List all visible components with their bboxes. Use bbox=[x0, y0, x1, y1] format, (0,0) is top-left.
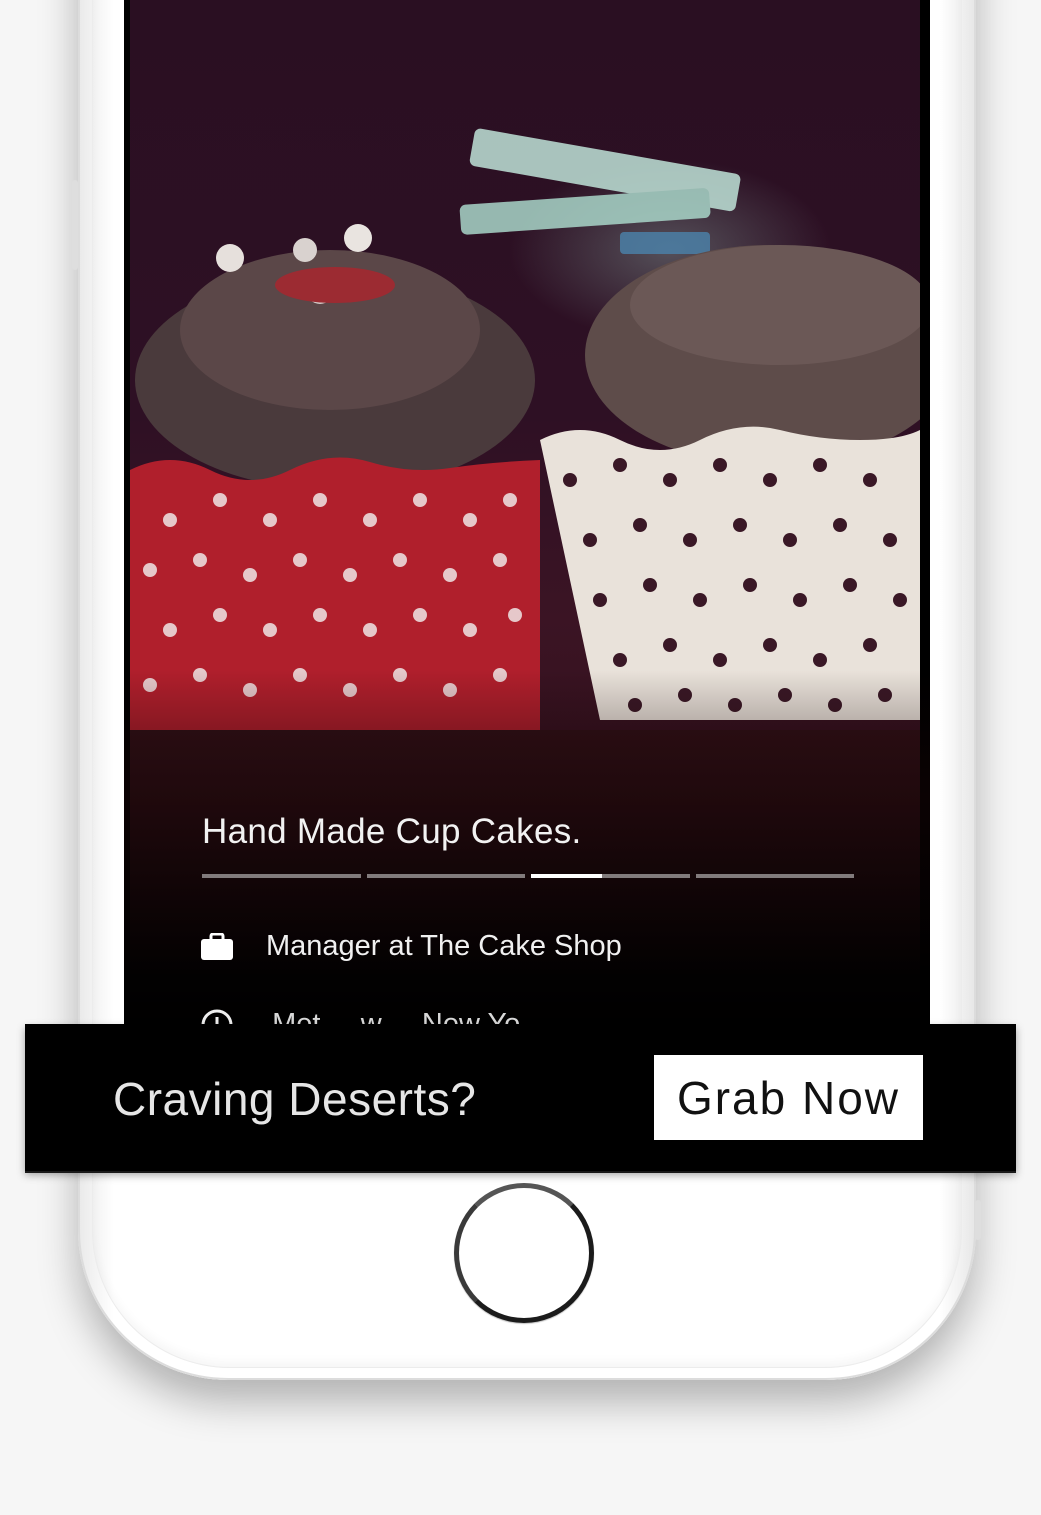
clothespin-shape bbox=[459, 128, 741, 254]
progress-segment-3-fill bbox=[531, 874, 603, 878]
progress-segment-1 bbox=[202, 874, 361, 878]
promo-banner-text: Craving Deserts? bbox=[113, 1073, 477, 1125]
progress-segment-2 bbox=[366, 874, 525, 878]
job-info-row: Manager at The Cake Shop bbox=[200, 930, 622, 963]
side-button bbox=[975, 1200, 981, 1240]
app-ad-stage: Hand Made Cup Cakes. Manager at The Cake… bbox=[0, 0, 1041, 1515]
story-title: Hand Made Cup Cakes. bbox=[202, 812, 582, 851]
promo-banner: Craving Deserts? Grab Now bbox=[25, 1024, 1016, 1171]
job-info-text: Manager at The Cake Shop bbox=[266, 930, 622, 962]
grab-now-button[interactable]: Grab Now bbox=[654, 1055, 923, 1140]
phone-screen: Hand Made Cup Cakes. Manager at The Cake… bbox=[124, 0, 930, 1030]
progress-segment-4 bbox=[695, 874, 854, 878]
briefcase-icon bbox=[200, 932, 234, 961]
progress-segment-3 bbox=[531, 874, 690, 878]
story-progress-bar bbox=[202, 874, 854, 878]
home-button[interactable] bbox=[454, 1183, 594, 1323]
volume-button bbox=[72, 180, 78, 270]
